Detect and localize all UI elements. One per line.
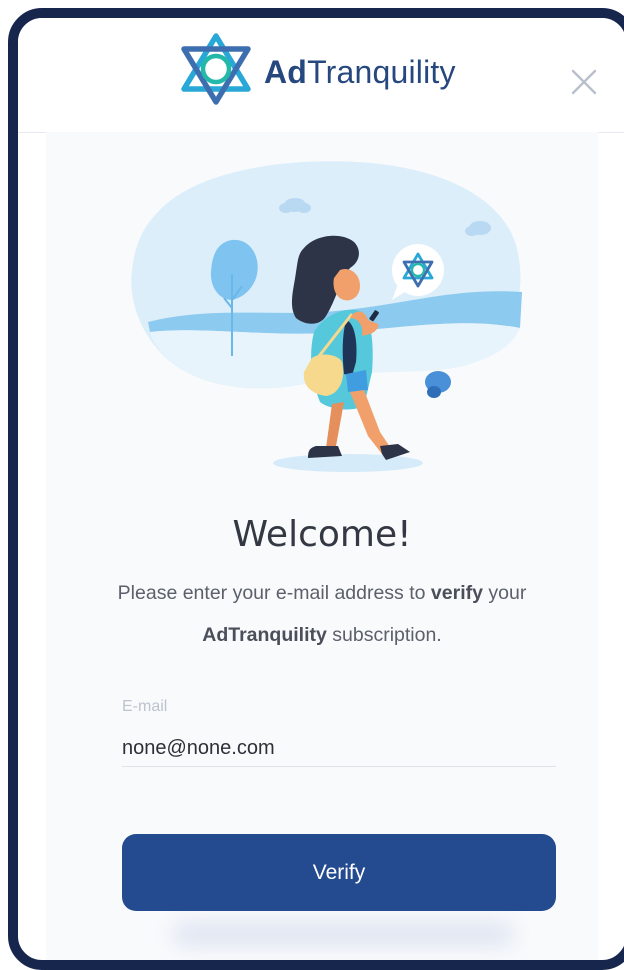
adtranquility-star-logo-icon (176, 31, 256, 112)
email-field[interactable] (122, 730, 556, 767)
email-label: E-mail (122, 698, 168, 715)
dialog-frame: AdTranquility Welcome! Please enter your… (8, 8, 624, 970)
welcome-title: Welcome! (232, 514, 412, 555)
brand-emphasis: AdTranquility (202, 624, 327, 646)
welcome-panel: Welcome! Please enter your e-mail addres… (46, 132, 598, 960)
button-shadow (172, 922, 514, 946)
dialog-header: AdTranquility (18, 18, 624, 133)
brand-name: AdTranquility (264, 53, 456, 90)
walking-woman-illustration (46, 150, 598, 485)
close-icon[interactable] (570, 68, 598, 96)
welcome-description: Please enter your e-mail address to veri… (117, 582, 527, 646)
brand-logo: AdTranquility (176, 31, 456, 112)
verify-button[interactable]: Verify (122, 834, 556, 911)
verify-emphasis: verify (430, 582, 483, 604)
